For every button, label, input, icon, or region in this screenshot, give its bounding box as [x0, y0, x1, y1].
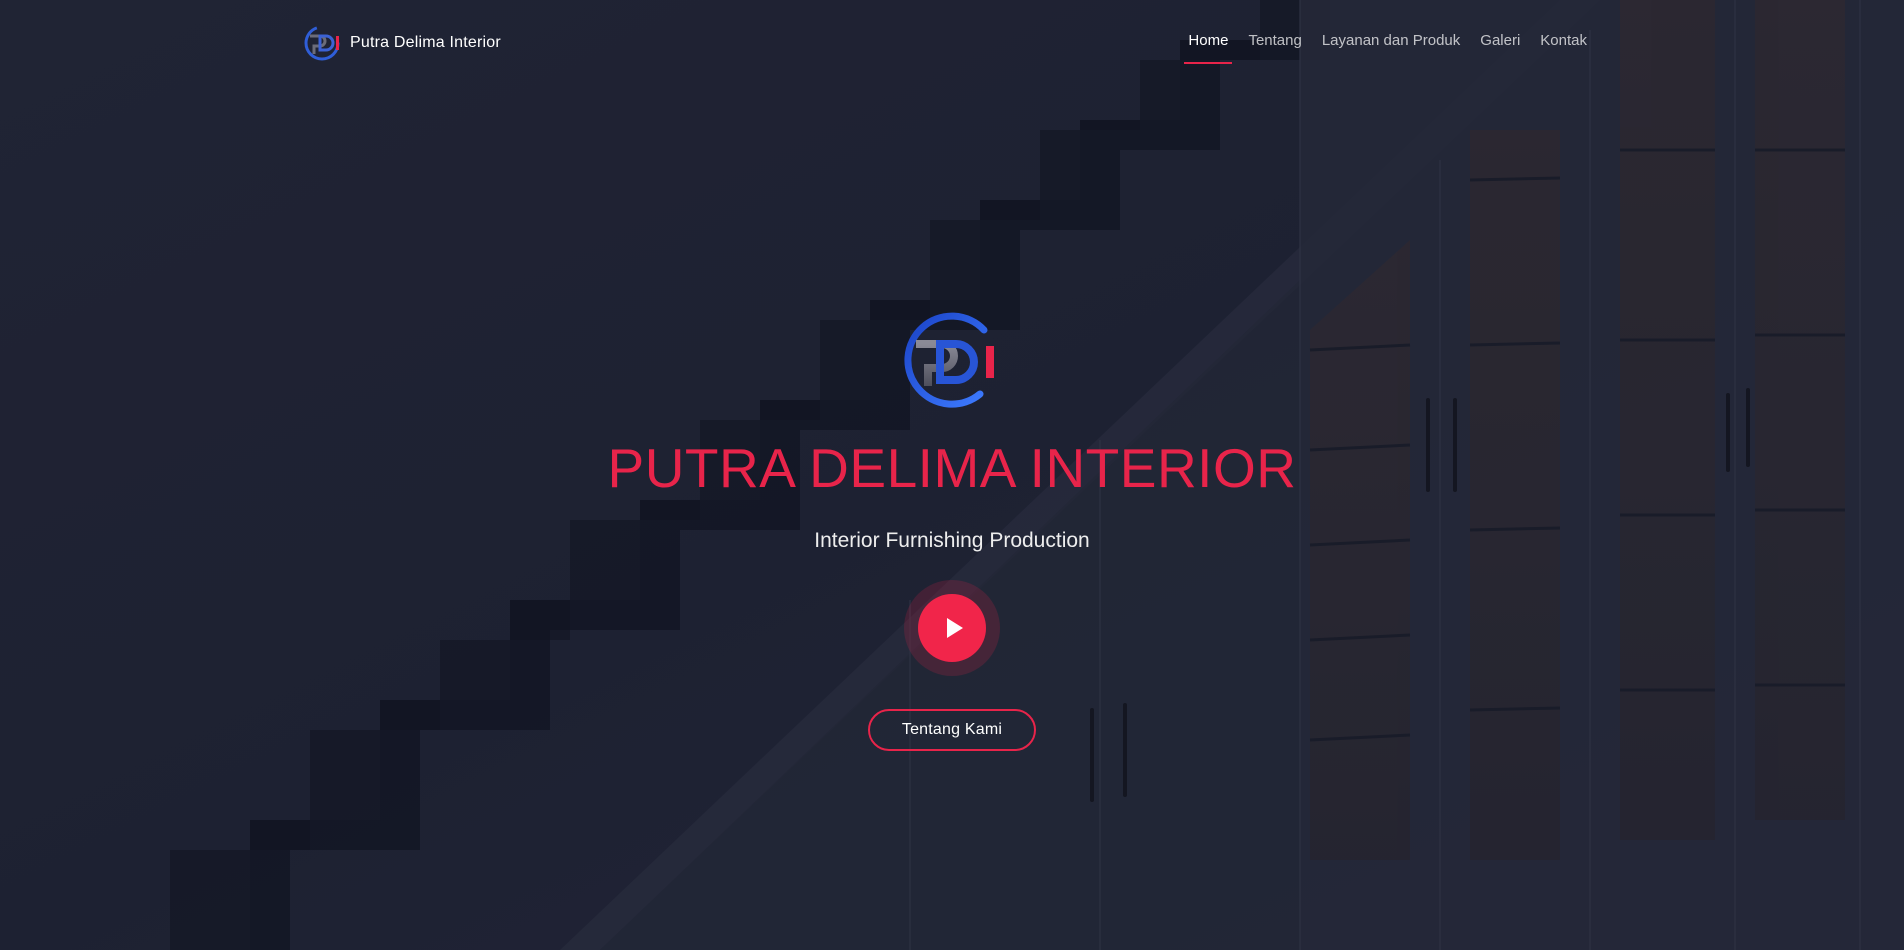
nav-item-home[interactable]: Home [1178, 32, 1238, 64]
hero-subtitle: Interior Furnishing Production [814, 529, 1090, 552]
page-title: PUTRA DELIMA INTERIOR [607, 437, 1297, 499]
play-icon [946, 618, 963, 638]
main-nav: Home Tentang Layanan dan Produk Galeri K… [1178, 32, 1597, 64]
play-button-circle [918, 594, 986, 662]
hero-section: Putra Delima Interior Home Tentang Layan… [0, 0, 1904, 950]
brand-logo-icon [304, 25, 340, 61]
play-video-button[interactable] [904, 580, 1000, 676]
tentang-kami-button[interactable]: Tentang Kami [868, 709, 1036, 751]
nav-item-layanan-dan-produk[interactable]: Layanan dan Produk [1312, 32, 1470, 49]
site-header: Putra Delima Interior Home Tentang Layan… [0, 0, 1904, 86]
nav-item-tentang[interactable]: Tentang [1238, 32, 1311, 49]
nav-item-galeri[interactable]: Galeri [1470, 32, 1530, 49]
brand-name: Putra Delima Interior [350, 34, 501, 51]
nav-item-kontak[interactable]: Kontak [1530, 32, 1597, 49]
hero-logo-icon [904, 312, 994, 408]
brand-link[interactable]: Putra Delima Interior [302, 22, 501, 64]
